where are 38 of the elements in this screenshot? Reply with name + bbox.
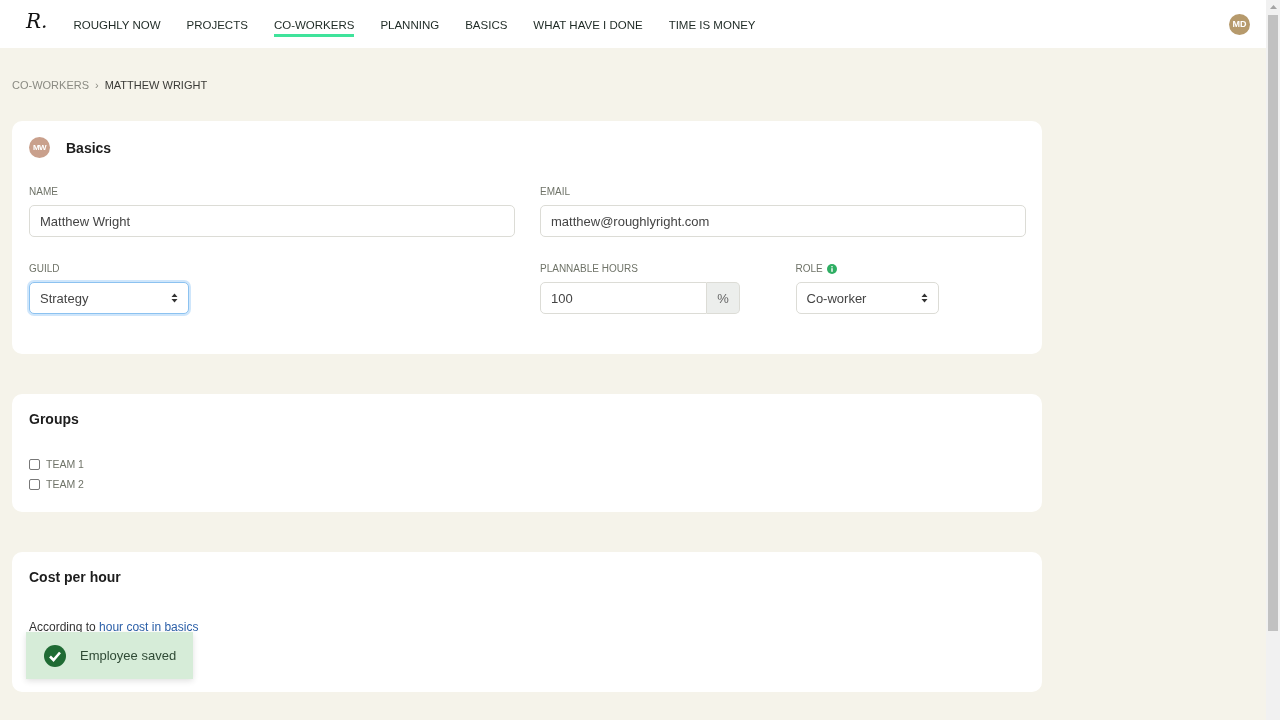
select-field[interactable]: Co-worker — [795, 282, 939, 314]
basics-link[interactable]: hour cost in basics — [99, 620, 199, 634]
logo[interactable]: R. — [26, 9, 48, 33]
breadcrumb-separator: › — [95, 78, 99, 91]
nav-tab[interactable]: PROJECTS — [186, 14, 248, 37]
checkbox[interactable] — [29, 478, 40, 490]
select-field[interactable]: Strategy — [29, 282, 189, 314]
sort-caret-icon — [171, 293, 178, 303]
card-title: Basics — [66, 139, 112, 156]
field-label: GUILD — [29, 263, 60, 274]
field-label: NAME — [29, 186, 58, 197]
breadcrumb-current: MATTHEW WRIGHT — [104, 78, 208, 91]
field-label: PLANNABLE HOURS — [540, 263, 638, 274]
scroll-up-icon[interactable] — [1269, 5, 1277, 9]
text-field[interactable]: matthew@roughlyright.com — [540, 205, 1026, 237]
cost-note: According to hour cost in basics — [29, 620, 200, 634]
info-icon[interactable] — [826, 263, 837, 274]
nav-tab[interactable]: ROUGHLY NOW — [73, 14, 161, 37]
nav-tab[interactable]: TIME IS MONEY — [668, 14, 756, 37]
user-avatar: MW — [29, 137, 50, 158]
nav-tab[interactable]: CO-WORKERS — [273, 14, 355, 37]
card-title: Cost per hour — [29, 569, 121, 585]
check-icon — [44, 644, 66, 667]
sort-caret-icon — [920, 293, 928, 303]
number-field[interactable]: 100 — [540, 282, 707, 314]
checkbox-label[interactable]: TEAM 2 — [46, 478, 84, 490]
toast-message: Employee saved — [80, 648, 177, 663]
scrollbar-thumb[interactable] — [1268, 15, 1278, 631]
field-label: EMAIL — [540, 186, 570, 197]
checkbox-label[interactable]: TEAM 1 — [46, 458, 84, 470]
card-title: Groups — [29, 411, 79, 427]
unit-addon: % — [707, 282, 740, 314]
text-field[interactable]: Matthew Wright — [29, 205, 515, 237]
nav-tab[interactable]: PLANNING — [380, 14, 440, 37]
nav-tab[interactable]: WHAT HAVE I DONE — [533, 14, 643, 37]
field-label: ROLE — [795, 263, 823, 274]
nav-tab[interactable]: BASICS — [465, 14, 508, 37]
checkbox[interactable] — [29, 458, 40, 470]
